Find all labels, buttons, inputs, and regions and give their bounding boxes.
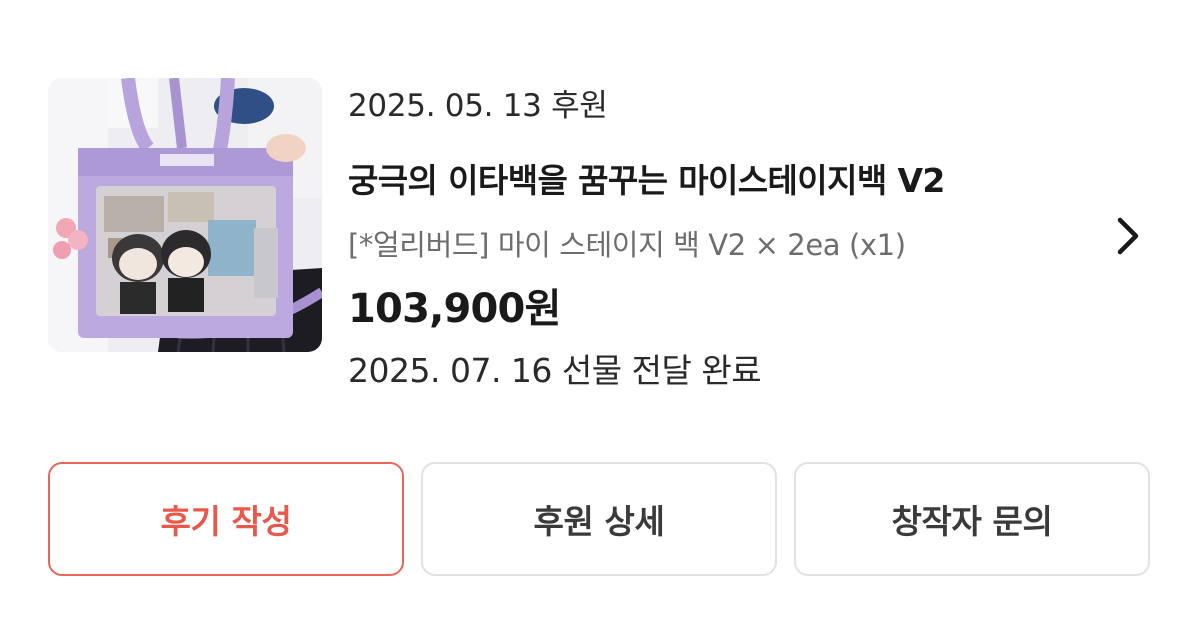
reward-option: [*얼리버드] 마이 스테이지 백 V2 × 2ea (x1) [348,228,906,262]
tote-bag-image [48,78,322,352]
creator-inquiry-button[interactable]: 창작자 문의 [794,462,1150,576]
product-thumbnail [48,78,322,352]
project-title: 궁극의 이타백을 꿈꾸는 마이스테이지백 V2 [348,161,945,200]
delivery-status: 2025. 07. 16 선물 전달 완료 [348,351,762,390]
order-card: 2025. 05. 13 후원 궁극의 이타백을 꿈꾸는 마이스테이지백 V2 … [0,0,1200,630]
chevron-right-icon[interactable] [1108,212,1148,260]
action-buttons: 후기 작성 후원 상세 창작자 문의 [48,462,1152,580]
order-item-row[interactable]: 2025. 05. 13 후원 궁극의 이타백을 꿈꾸는 마이스테이지백 V2 … [48,78,1158,398]
order-price: 103,900원 [348,286,561,332]
sponsor-detail-button[interactable]: 후원 상세 [421,462,777,576]
sponsor-date: 2025. 05. 13 후원 [348,88,608,124]
write-review-button[interactable]: 후기 작성 [48,462,404,576]
